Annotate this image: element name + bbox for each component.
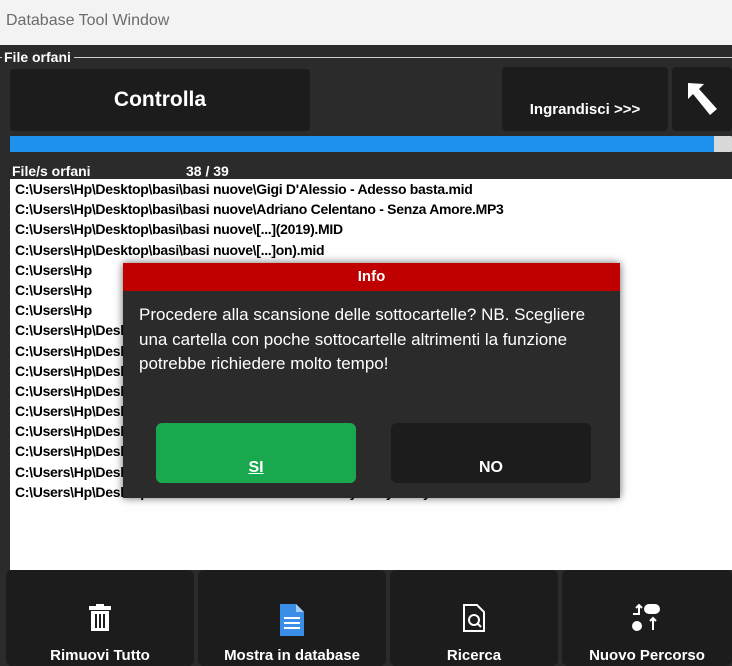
no-label: NO: [479, 459, 503, 476]
files-label: File/s orfani: [12, 163, 91, 179]
window-titlebar: Database Tool Window: [0, 0, 732, 45]
new-path-label: Nuovo Percorso: [589, 647, 705, 664]
remove-all-button[interactable]: Rimuovi Tutto: [6, 570, 194, 666]
show-in-database-button[interactable]: Mostra in database: [198, 570, 386, 666]
search-button[interactable]: Ricerca: [390, 570, 558, 666]
search-document-icon: [463, 604, 485, 632]
show-in-database-label: Mostra in database: [224, 647, 360, 664]
controlla-button[interactable]: Controlla: [10, 69, 310, 131]
yes-button[interactable]: SI: [156, 423, 356, 483]
list-item[interactable]: C:\Users\Hp\Desktop\basi\basi nuove\[...…: [10, 219, 732, 239]
document-icon: [280, 604, 304, 636]
progress-fill: [10, 136, 714, 152]
window-title: Database Tool Window: [6, 12, 170, 29]
trash-icon: [89, 604, 111, 631]
no-button[interactable]: NO: [391, 423, 591, 483]
info-dialog: Info Procedere alla scansione delle sott…: [123, 263, 620, 498]
remove-all-label: Rimuovi Tutto: [50, 647, 150, 664]
arrow-back-icon: [688, 83, 717, 115]
dialog-title: Info: [123, 263, 620, 291]
group-label: File orfani: [2, 49, 74, 65]
search-label: Ricerca: [446, 647, 502, 664]
list-item[interactable]: C:\Users\Hp\Desktop\basi\basi nuove\Gigi…: [10, 179, 732, 199]
group-divider: [0, 57, 732, 58]
main-panel: File orfani Controlla Ingrandisci >>> Fi…: [0, 45, 732, 666]
yes-label: SI: [248, 459, 264, 476]
dialog-message: Procedere alla scansione delle sottocart…: [139, 305, 586, 373]
new-path-button[interactable]: Nuovo Percorso: [562, 570, 732, 666]
list-item[interactable]: C:\Users\Hp\Desktop\basi\basi nuove\[...…: [10, 240, 732, 260]
scan-progress-bar: [10, 136, 732, 152]
list-item[interactable]: C:\Users\Hp\Desktop\basi\basi nuove\Adri…: [10, 199, 732, 219]
ingrandisci-button[interactable]: Ingrandisci >>>: [502, 67, 668, 131]
files-count: 38 / 39: [186, 163, 229, 179]
swap-path-icon: [632, 604, 660, 631]
back-button[interactable]: [672, 67, 732, 131]
